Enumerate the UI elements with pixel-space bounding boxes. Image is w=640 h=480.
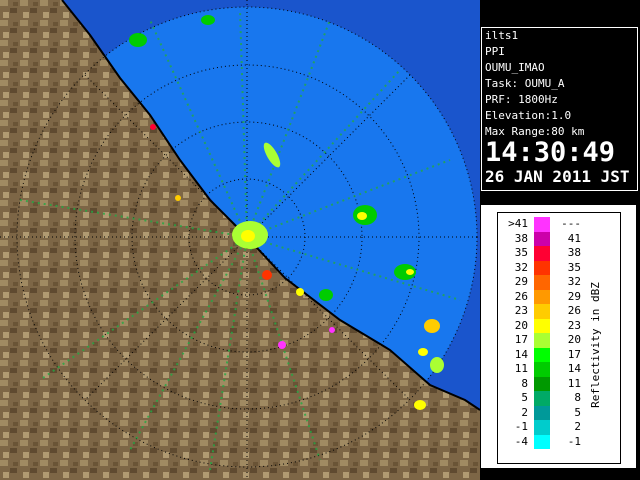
task-label: Task: OUMU_A (485, 77, 565, 90)
legend-high-value: 8 (574, 391, 581, 404)
scan-date: 26 JAN 2011 JST (485, 167, 630, 186)
legend-color-swatch (534, 260, 550, 275)
legend-title: Reflectivity in dBZ (589, 282, 602, 408)
legend-row: 17 20 (498, 333, 598, 348)
legend-panel: >41 --- 38 41 35 38 32 35 29 32 26 29 23 26 20 23 17 20 14… (481, 205, 636, 468)
legend-high-value: 38 (567, 246, 581, 259)
legend-color-swatch (534, 434, 550, 449)
legend-row: -4 -1 (498, 434, 598, 449)
legend-color-swatch (534, 391, 550, 406)
legend-color-swatch (534, 318, 550, 333)
legend-row: >41 --- (498, 217, 598, 232)
legend-high-value: 2 (574, 420, 581, 433)
legend-high-value: 32 (567, 275, 581, 288)
legend-row: 29 32 (498, 275, 598, 290)
legend-low-value: 23 (514, 304, 528, 317)
legend-row: 20 23 (498, 318, 598, 333)
legend-color-swatch (534, 304, 550, 319)
legend-low-value: 20 (514, 318, 528, 332)
legend-low-value: 5 (521, 391, 528, 404)
legend-high-value: 5 (574, 405, 581, 419)
legend-color-swatch (534, 231, 550, 246)
legend-row: 8 11 (498, 376, 598, 391)
legend-row: -1 2 (498, 420, 598, 435)
legend-color-swatch (534, 275, 550, 290)
legend-color-swatch (534, 347, 550, 362)
legend-color-swatch (534, 246, 550, 261)
legend-row: 35 38 (498, 246, 598, 261)
legend-color-swatch (534, 420, 550, 435)
legend-low-value: >41 (508, 217, 528, 230)
legend-high-value: -1 (567, 434, 581, 448)
product-type: PPI (485, 45, 505, 58)
legend-high-value: 26 (567, 304, 581, 317)
legend-low-value: 26 (514, 289, 528, 303)
legend-color-swatch (534, 289, 550, 304)
legend-color-swatch (534, 217, 550, 232)
scan-time: 14:30:49 (485, 137, 616, 168)
legend-low-value: -1 (514, 420, 528, 433)
legend-high-value: 17 (567, 347, 581, 361)
legend-high-value: --- (561, 217, 581, 230)
legend-high-value: 14 (567, 362, 581, 375)
legend-row: 11 14 (498, 362, 598, 377)
legend-high-value: 20 (567, 333, 581, 346)
site-name: ilts1 (485, 29, 519, 42)
legend-row: 32 35 (498, 260, 598, 275)
legend-color-swatch (534, 376, 550, 391)
legend-low-value: 38 (514, 231, 528, 245)
legend-row: 58 (498, 391, 598, 406)
legend-row: 25 (498, 405, 598, 420)
elevation-label: Elevation:1.0 (485, 109, 572, 122)
legend-row: 26 29 (498, 289, 598, 304)
legend-low-value: 8 (521, 376, 528, 390)
legend-low-value: 29 (514, 275, 528, 288)
info-panel: ilts1 PPI OUMU_IMAO Task: OUMU_A PRF: 18… (481, 27, 638, 191)
legend-low-value: 2 (521, 405, 528, 419)
legend-low-value: 17 (514, 333, 528, 346)
legend-high-value: 23 (567, 318, 581, 332)
legend-color-swatch (534, 405, 550, 420)
legend-high-value: 35 (567, 260, 581, 274)
legend-row: 14 17 (498, 347, 598, 362)
legend-low-value: 14 (514, 347, 528, 361)
legend-high-value: 29 (567, 289, 581, 303)
legend-low-value: 11 (514, 362, 528, 375)
legend-box: >41 --- 38 41 35 38 32 35 29 32 26 29 23 26 20 23 17 20 14… (497, 212, 621, 464)
legend-low-value: -4 (514, 434, 528, 448)
radar-id: OUMU_IMAO (485, 61, 545, 74)
prf-label: PRF: 1800Hz (485, 93, 558, 106)
legend-color-swatch (534, 362, 550, 377)
legend-row: 23 26 (498, 304, 598, 319)
legend-high-value: 41 (567, 231, 581, 245)
legend-low-value: 35 (514, 246, 528, 259)
legend-color-swatch (534, 333, 550, 348)
legend-high-value: 11 (567, 376, 581, 390)
legend-low-value: 32 (514, 260, 528, 274)
legend-row: 38 41 (498, 231, 598, 246)
